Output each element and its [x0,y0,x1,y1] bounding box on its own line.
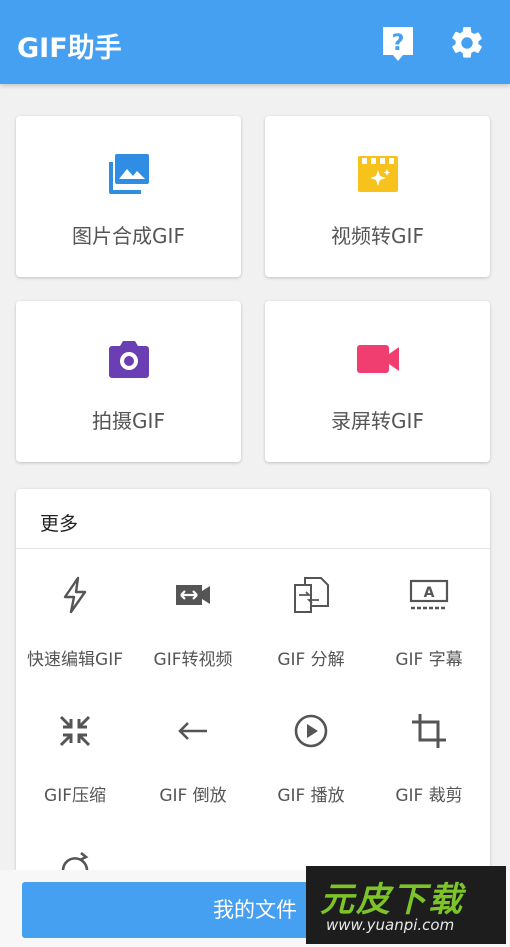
video-clapper-icon [354,150,402,198]
tool-label: 快速编辑GIF [27,650,123,670]
settings-icon[interactable] [448,24,486,62]
video-to-gif-label: 视频转GIF [331,224,424,248]
app-bar: GIF助手 ? [0,0,510,84]
subtitle-icon: A [409,575,449,615]
arrow-left-icon [173,711,213,751]
watermark-url: www.yuanpi.com [326,916,455,934]
screen-record-to-gif-label: 录屏转GIF [331,409,424,433]
app-title: GIF助手 [17,33,122,64]
watermark: 元皮下载 www.yuanpi.com [306,866,506,944]
shoot-gif-label: 拍摄GIF [92,409,165,433]
tool-label: GIF 分解 [277,650,345,670]
tool-label: GIF压缩 [44,786,106,806]
image-to-gif-card[interactable]: 图片合成GIF [16,116,241,277]
tool-gif-crop[interactable]: GIF 裁剪 [370,685,488,806]
svg-text:?: ? [392,31,405,56]
tool-gif-split[interactable]: GIF 分解 [252,549,370,670]
tool-quick-edit[interactable]: 快速编辑GIF [16,549,134,670]
tool-label: GIF 播放 [277,786,345,806]
tool-gif-compress[interactable]: GIF压缩 [16,685,134,806]
more-tools-card: 更多 快速编辑GIF GIF转视频 GIF 分解 A GIF 字幕 GIF压缩 … [16,489,490,889]
camera-icon [105,335,153,383]
tool-gif-subtitle[interactable]: A GIF 字幕 [370,549,488,670]
video-convert-icon [173,575,213,615]
tool-gif-play[interactable]: GIF 播放 [252,685,370,806]
screen-record-to-gif-card[interactable]: 录屏转GIF [265,301,490,462]
tool-gif-to-video[interactable]: GIF转视频 [134,549,252,670]
tool-label: GIF 倒放 [159,786,227,806]
more-section-title: 更多 [40,513,79,535]
tool-gif-reverse[interactable]: GIF 倒放 [134,685,252,806]
tool-label: GIF 裁剪 [395,786,463,806]
record-video-icon [354,335,402,383]
video-to-gif-card[interactable]: 视频转GIF [265,116,490,277]
compress-icon [55,711,95,751]
flash-icon [55,575,95,615]
watermark-logo: 元皮下载 [320,880,464,920]
shoot-gif-card[interactable]: 拍摄GIF [16,301,241,462]
play-circle-icon [291,711,331,751]
tool-label: GIF转视频 [153,650,233,670]
image-icon [105,150,153,198]
help-icon[interactable]: ? [379,24,417,62]
crop-icon [409,711,449,751]
image-to-gif-label: 图片合成GIF [72,224,185,248]
split-pages-icon [291,575,331,615]
svg-text:A: A [424,585,435,601]
tool-label: GIF 字幕 [395,650,463,670]
